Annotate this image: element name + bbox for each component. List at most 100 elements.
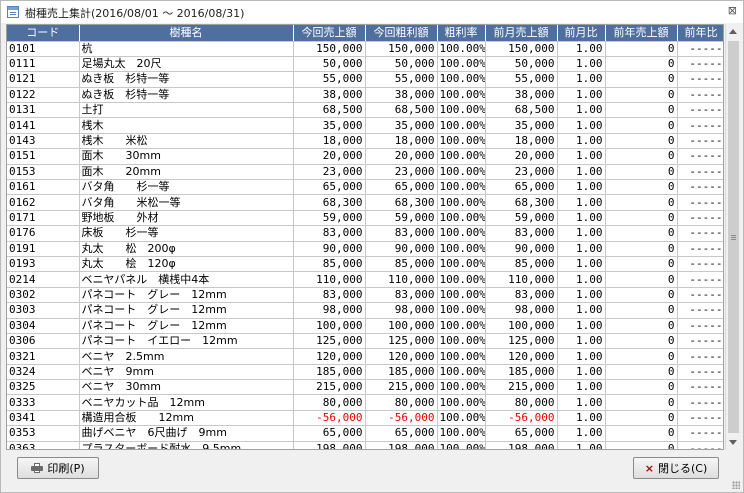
cell-code: 0333: [7, 394, 80, 411]
cell-code: 0176: [7, 225, 80, 242]
cell-code: 0363: [7, 441, 80, 449]
cell-profit: 83,000: [365, 287, 438, 304]
sales-table: コード 樹種名 今回売上額 今回粗利額 粗利率 前月売上額 前月比 前年売上額 前年比 0101…: [7, 25, 723, 449]
table-row[interactable]: 0214 ベニヤパネル 横桟中4本 110,000 110,000 100.00% 110…: [7, 271, 723, 288]
cell-prev-month: 65,000: [485, 425, 558, 442]
table-row[interactable]: 0303 パネコート グレー 12mm 98,000 98,000 100.00% 98,…: [7, 302, 723, 319]
cell-code: 0193: [7, 256, 80, 273]
table-row[interactable]: 0141 桟木 35,000 35,000 100.00% 35,000 1.00 0 ----…: [7, 117, 723, 134]
window-close-icon[interactable]: ⊠: [728, 4, 737, 17]
cell-profit: 59,000: [365, 210, 438, 227]
resize-grip-icon[interactable]: [732, 481, 740, 489]
printer-icon: [31, 463, 44, 473]
cell-prev-year: 0: [605, 256, 678, 273]
close-x-icon: ×: [644, 461, 654, 475]
cell-prev-year: 0: [605, 379, 678, 396]
cell-profit: 83,000: [365, 225, 438, 242]
cell-prev-month: 59,000: [485, 210, 558, 227]
cell-yoy: -----: [677, 133, 723, 150]
cell-mom: 1.00: [557, 271, 606, 288]
table-row[interactable]: 0341 構造用合板 12mm -56,000 -56,000 100.00% -56,0…: [7, 410, 723, 427]
column-header: コード: [7, 25, 80, 42]
table-row[interactable]: 0353 曲げベニヤ 6尺曲げ 9mm 65,000 65,000 100.00% 65,…: [7, 425, 723, 442]
cell-code: 0304: [7, 318, 80, 334]
scroll-up-icon[interactable]: [729, 29, 737, 34]
table-row[interactable]: 0143 桟木 米松 18,000 18,000 100.00% 18,000 1.00 0-…: [7, 133, 723, 150]
cell-code: 0325: [7, 379, 80, 396]
cell-yoy: -----: [677, 271, 723, 288]
cell-prev-month: 120,000: [485, 348, 558, 365]
cell-mom: 1.00: [557, 256, 606, 273]
cell-profit: 100,000: [365, 318, 438, 334]
table-row[interactable]: 0302 パネコート グレー 12mm 83,000 83,000 100.00% 83,…: [7, 287, 723, 304]
cell-prev-year: 0: [605, 287, 678, 304]
cell-mom: 1.00: [557, 241, 606, 257]
table-row[interactable]: 0121 ぬき板 杉特一等 55,000 55,000 100.00% 55,000 1.0…: [7, 71, 723, 88]
cell-code: 0121: [7, 71, 80, 88]
table-row[interactable]: 0321 ベニヤ 2.5mm 120,000 120,000 100.00% 120,00…: [7, 348, 723, 365]
cell-prev-month: 65,000: [485, 179, 558, 196]
print-button-label: 印刷(P): [47, 462, 85, 475]
table-row[interactable]: 0193 丸太 桧 120φ 85,000 85,000 100.00% 85,000 1.…: [7, 256, 723, 273]
cell-sales: 110,000: [293, 271, 366, 288]
cell-profit: 110,000: [365, 271, 438, 288]
table-row[interactable]: 0363 プラスターボード耐水 9.5mm 198,000 198,000 100.00…: [7, 441, 723, 449]
cell-prev-year: 0: [605, 148, 678, 165]
cell-rate: 100.00%: [437, 410, 486, 427]
cell-mom: 1.00: [557, 87, 606, 104]
close-button[interactable]: × 閉じる(C): [633, 457, 719, 479]
cell-prev-year: 0: [605, 71, 678, 88]
cell-prev-month: 185,000: [485, 364, 558, 381]
cell-name: 曲げベニヤ 6尺曲げ 9mm: [79, 425, 294, 442]
table-row[interactable]: 0153 面木 20mm 23,000 23,000 100.00% 23,000 1.00…: [7, 164, 723, 181]
cell-sales: 23,000: [293, 164, 366, 181]
table-row[interactable]: 0131 土打 68,500 68,500 100.00% 68,500 1.00 0 ----…: [7, 102, 723, 119]
cell-yoy: -----: [677, 210, 723, 227]
table-row[interactable]: 0161 バタ角 杉一等 65,000 65,000 100.00% 65,000 1.00…: [7, 179, 723, 196]
scroll-down-icon[interactable]: [729, 440, 737, 445]
cell-prev-year: 0: [605, 394, 678, 411]
cell-rate: 100.00%: [437, 117, 486, 134]
cell-prev-year: 0: [605, 56, 678, 73]
cell-rate: 100.00%: [437, 364, 486, 381]
cell-prev-year: 0: [605, 271, 678, 288]
print-button[interactable]: 印刷(P): [17, 457, 99, 479]
cell-prev-year: 0: [605, 87, 678, 104]
table-row[interactable]: 0333 ベニヤカット品 12mm 80,000 80,000 100.00% 80,00…: [7, 394, 723, 411]
cell-rate: 100.00%: [437, 179, 486, 196]
cell-name: 土打: [79, 102, 294, 119]
table-row[interactable]: 0101 杭 150,000 150,000 100.00% 150,000 1.00 0 --…: [7, 41, 723, 57]
table-row[interactable]: 0111 足場丸太 20尺 50,000 50,000 100.00% 50,000 1.0…: [7, 56, 723, 73]
cell-rate: 100.00%: [437, 164, 486, 181]
table-row[interactable]: 0324 ベニヤ 9mm 185,000 185,000 100.00% 185,000 1…: [7, 364, 723, 381]
table-row[interactable]: 0151 面木 30mm 20,000 20,000 100.00% 20,000 1.00…: [7, 148, 723, 165]
table-row[interactable]: 0191 丸太 松 200φ 90,000 90,000 100.00% 90,000 1.…: [7, 241, 723, 257]
cell-prev-year: 0: [605, 133, 678, 150]
cell-code: 0153: [7, 164, 80, 181]
cell-prev-month: 83,000: [485, 287, 558, 304]
cell-profit: 125,000: [365, 333, 438, 350]
table-row[interactable]: 0162 バタ角 米松一等 68,300 68,300 100.00% 68,300 1.0…: [7, 194, 723, 211]
cell-mom: 1.00: [557, 194, 606, 211]
close-button-label: 閉じる(C): [657, 462, 708, 475]
cell-profit: 68,300: [365, 194, 438, 211]
cell-yoy: -----: [677, 164, 723, 181]
table-row[interactable]: 0171 野地板 外材 59,000 59,000 100.00% 59,000 1.00 0…: [7, 210, 723, 227]
cell-yoy: -----: [677, 256, 723, 273]
scroll-thumb[interactable]: [728, 41, 739, 433]
vertical-scrollbar[interactable]: [725, 24, 740, 450]
cell-code: 0131: [7, 102, 80, 119]
cell-mom: 1.00: [557, 302, 606, 319]
cell-code: 0162: [7, 194, 80, 211]
cell-name: 杭: [79, 41, 294, 57]
cell-mom: 1.00: [557, 364, 606, 381]
cell-yoy: -----: [677, 425, 723, 442]
table-row[interactable]: 0304 パネコート グレー 12mm 100,000 100,000 100.00% 1…: [7, 318, 723, 334]
table-row[interactable]: 0325 ベニヤ 30mm 215,000 215,000 100.00% 215,000…: [7, 379, 723, 396]
cell-code: 0306: [7, 333, 80, 350]
table-row[interactable]: 0306 パネコート イエロー 12mm 125,000 125,000 100.00%…: [7, 333, 723, 350]
table-row[interactable]: 0176 床板 杉一等 83,000 83,000 100.00% 83,000 1.00 0…: [7, 225, 723, 242]
column-header: 前月比: [557, 25, 606, 42]
column-header: 前年比: [677, 25, 723, 42]
table-row[interactable]: 0122 ぬき板 杉特一等 38,000 38,000 100.00% 38,000 1.0…: [7, 87, 723, 104]
